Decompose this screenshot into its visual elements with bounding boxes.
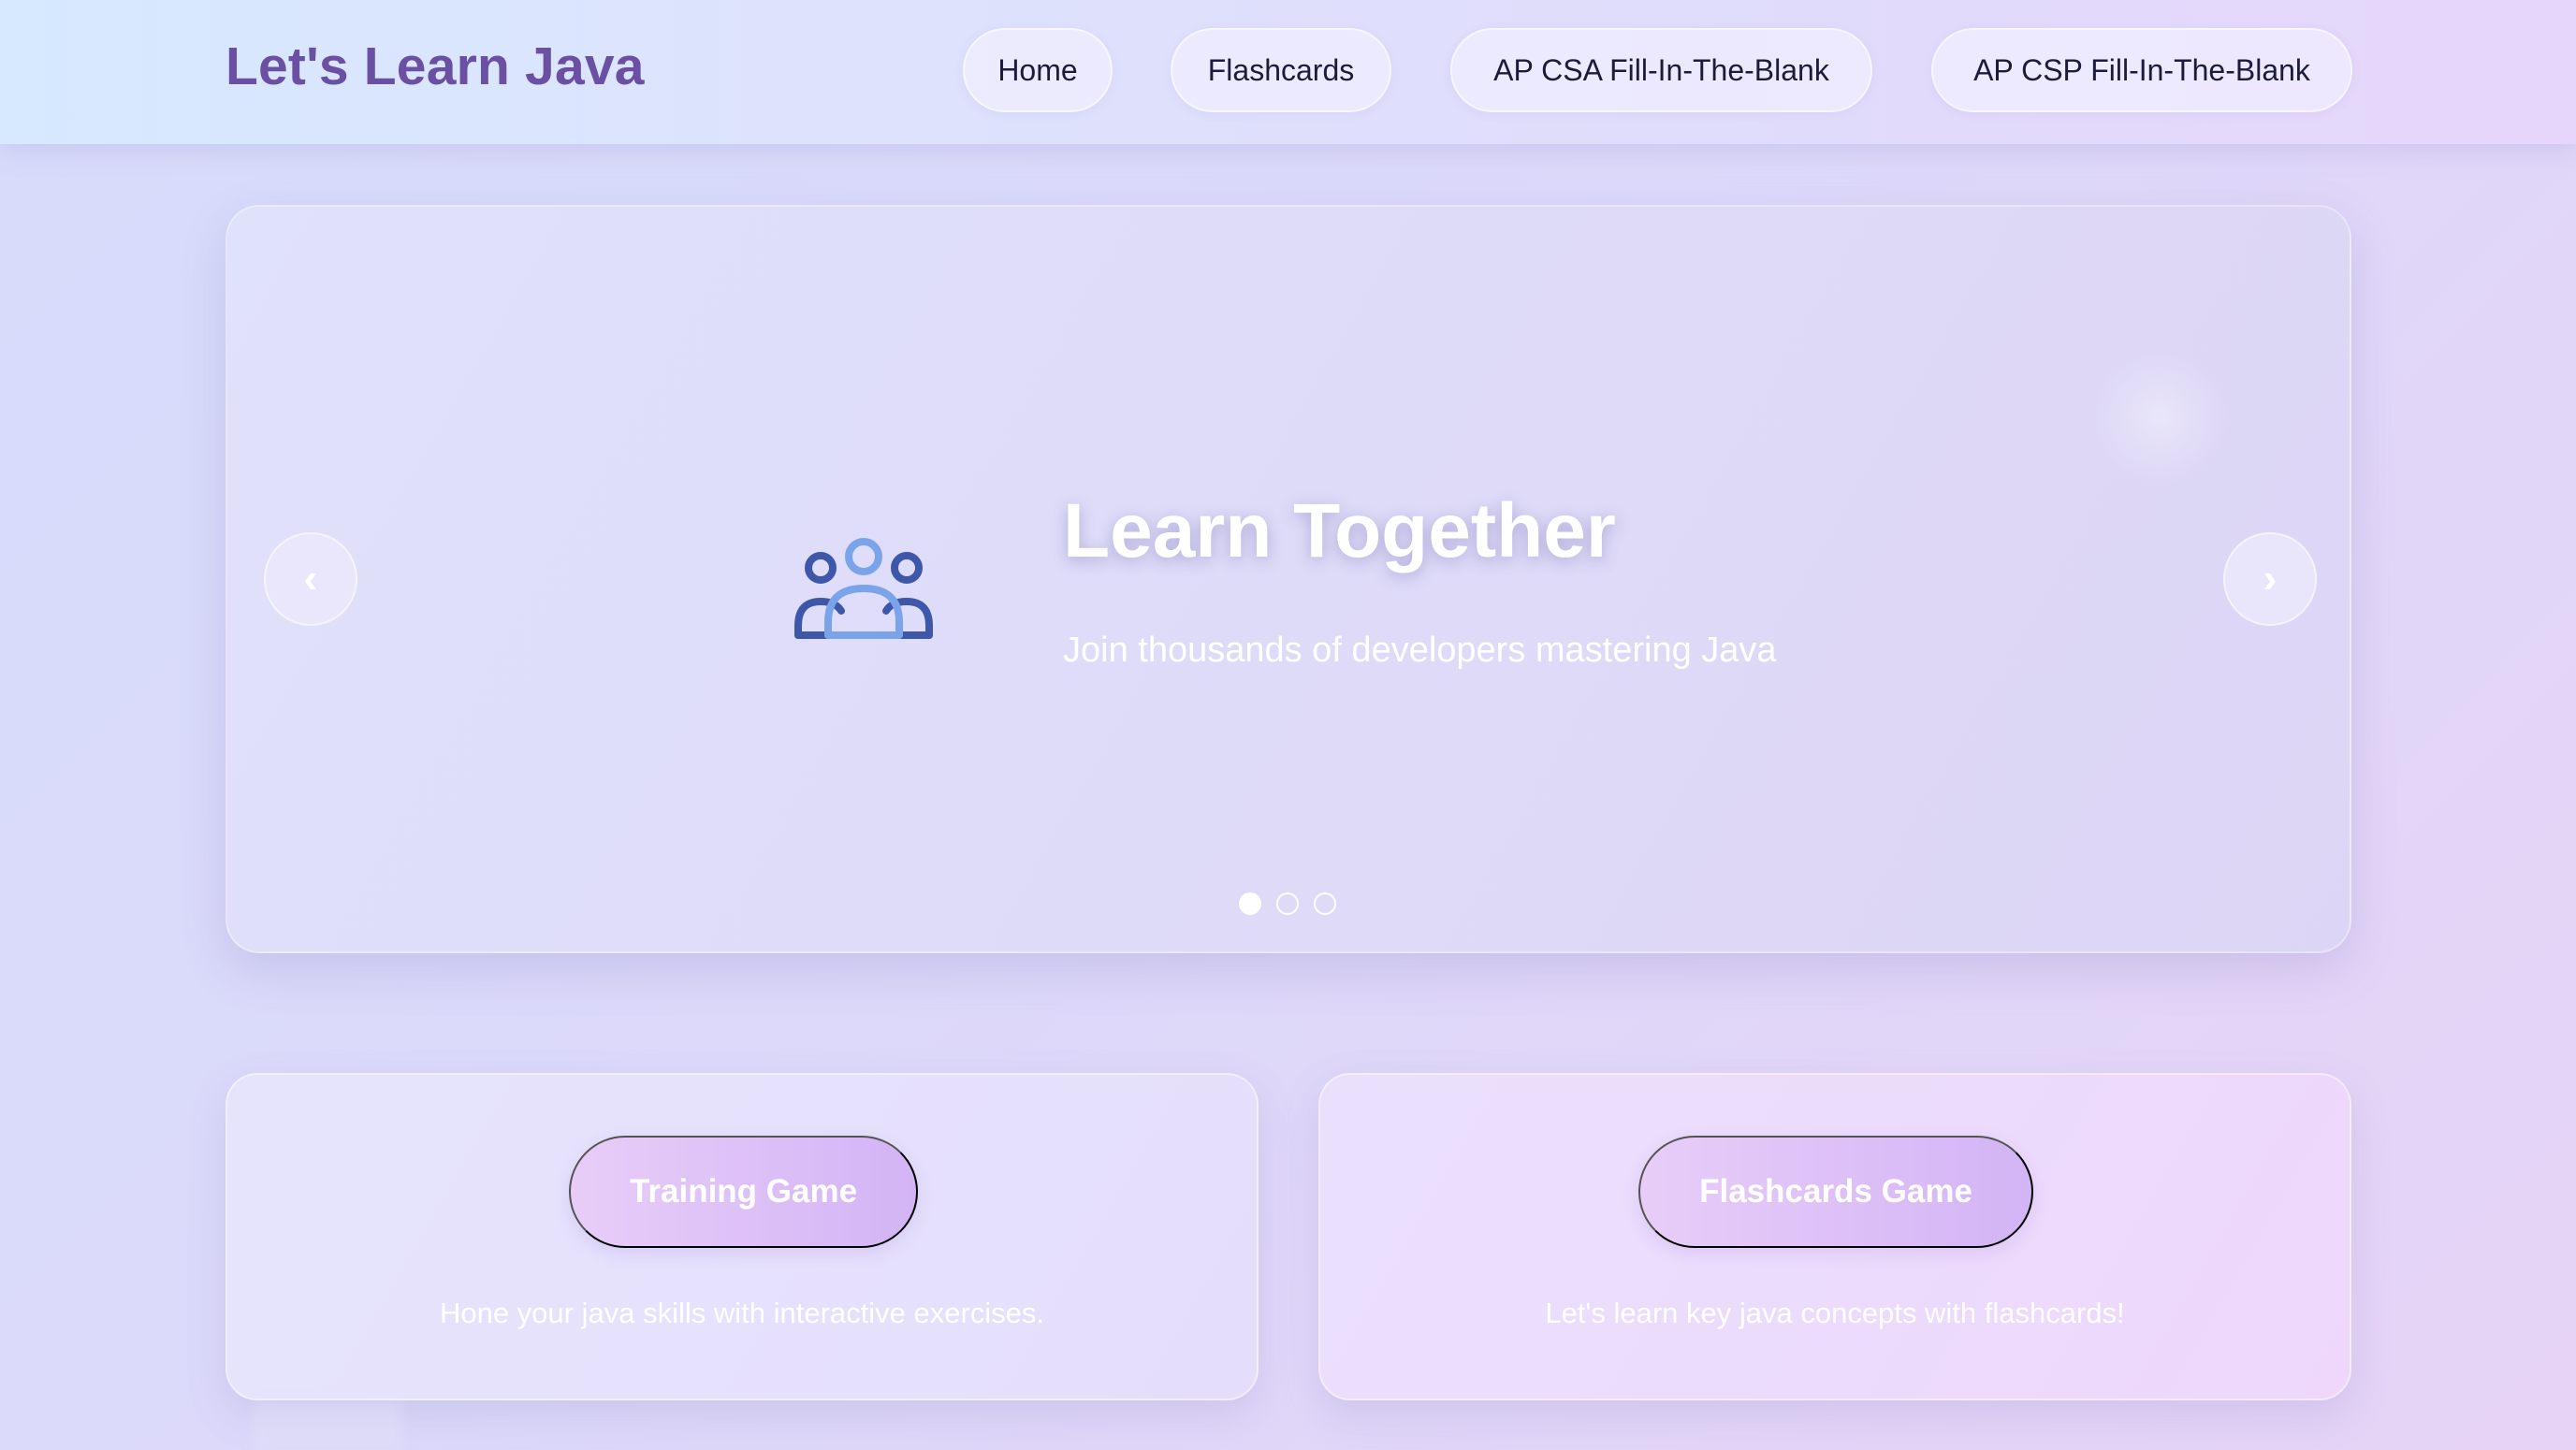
flashcards-game-description: Let's learn key java concepts with flash… bbox=[1545, 1297, 2125, 1329]
carousel-dot-2[interactable] bbox=[1276, 892, 1299, 915]
decorative-glow bbox=[2089, 347, 2230, 487]
training-game-card: Training Game Hone your java skills with… bbox=[226, 1073, 1259, 1400]
nav-ap-csa-link[interactable]: AP CSA Fill-In-The-Blank bbox=[1450, 28, 1872, 112]
hero-title: Learn Together bbox=[1063, 488, 1616, 573]
training-game-button[interactable]: Training Game bbox=[569, 1136, 918, 1248]
hero-carousel: ‹ Learn Together Join thousands of devel… bbox=[226, 205, 2351, 953]
top-header: Let's Learn Java Home Flashcards AP CSA … bbox=[0, 0, 2576, 144]
users-group-icon bbox=[794, 538, 933, 639]
flashcards-game-card: Flashcards Game Let's learn key java con… bbox=[1318, 1073, 2351, 1400]
carousel-next-button[interactable]: › bbox=[2223, 532, 2317, 626]
nav-home-link[interactable]: Home bbox=[963, 28, 1113, 112]
carousel-indicators bbox=[1239, 892, 1336, 917]
carousel-dot-1[interactable] bbox=[1239, 892, 1261, 915]
carousel-dot-3[interactable] bbox=[1314, 892, 1336, 915]
hero-subtitle: Join thousands of developers mastering J… bbox=[1063, 631, 1777, 670]
training-game-description: Hone your java skills with interactive e… bbox=[439, 1297, 1045, 1329]
nav-ap-csp-link[interactable]: AP CSP Fill-In-The-Blank bbox=[1931, 28, 2352, 112]
decorative-fade bbox=[253, 1400, 402, 1450]
flashcards-game-button[interactable]: Flashcards Game bbox=[1638, 1136, 2033, 1248]
site-logo[interactable]: Let's Learn Java bbox=[226, 36, 645, 97]
nav-flashcards-link[interactable]: Flashcards bbox=[1171, 28, 1391, 112]
carousel-prev-button[interactable]: ‹ bbox=[264, 532, 357, 626]
